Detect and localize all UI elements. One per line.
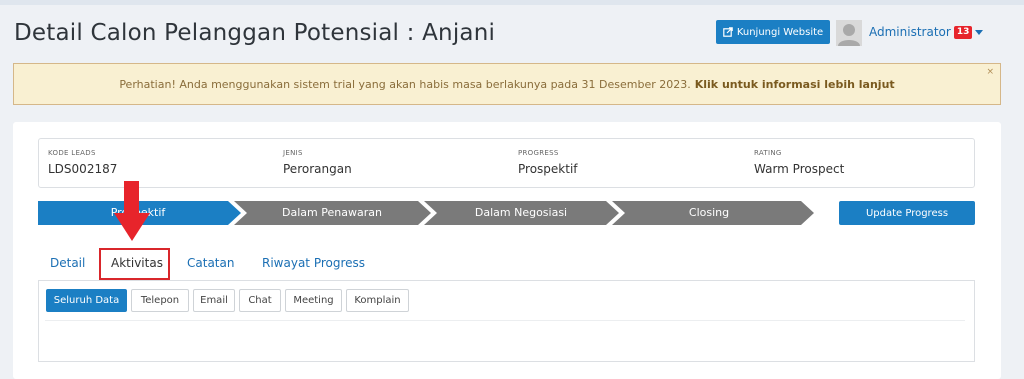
- user-menu[interactable]: Administrator 13: [869, 25, 984, 39]
- caret-down-icon: [975, 29, 984, 35]
- tab-aktivitas[interactable]: Aktivitas: [111, 256, 163, 270]
- jenis-value: Perorangan: [283, 162, 352, 176]
- filter-komplain[interactable]: Komplain: [346, 289, 409, 312]
- info-jenis: JENIS Perorangan: [283, 149, 352, 176]
- red-arrow-head-icon: [114, 213, 150, 241]
- info-rating: RATING Warm Prospect: [754, 149, 844, 176]
- external-link-icon: [723, 27, 733, 37]
- notification-badge: 13: [953, 25, 973, 39]
- page-title: Detail Calon Pelanggan Potensial : Anjan…: [14, 20, 496, 46]
- rating-label: RATING: [754, 149, 782, 157]
- user-name: Administrator: [869, 25, 951, 39]
- jenis-label: JENIS: [283, 149, 303, 157]
- tab-detail[interactable]: Detail: [50, 256, 85, 270]
- rating-value: Warm Prospect: [754, 162, 845, 176]
- step-closing[interactable]: Closing: [614, 201, 804, 225]
- filter-email[interactable]: Email: [193, 289, 235, 312]
- filter-chat[interactable]: Chat: [239, 289, 281, 312]
- kode-value: LDS002187: [48, 162, 118, 176]
- info-kode: KODE LEADS LDS002187: [48, 149, 117, 176]
- user-avatar-icon[interactable]: [836, 20, 862, 46]
- filter-seluruh-data[interactable]: Seluruh Data: [46, 289, 127, 312]
- close-icon[interactable]: ×: [986, 67, 994, 77]
- alert-message: Perhatian! Anda menggunakan sistem trial…: [119, 77, 691, 91]
- step-dalam-negosiasi[interactable]: Dalam Negosiasi: [426, 201, 616, 225]
- filter-telepon[interactable]: Telepon: [131, 289, 189, 312]
- progress-label: PROGRESS: [518, 149, 559, 157]
- tab-catatan[interactable]: Catatan: [187, 256, 234, 270]
- visit-website-label: Kunjungi Website: [736, 26, 824, 38]
- progress-value: Prospektif: [518, 162, 578, 176]
- step-dalam-penawaran[interactable]: Dalam Penawaran: [236, 201, 428, 225]
- progress-steps: Prospektif Dalam Penawaran Dalam Negosia…: [38, 201, 818, 225]
- alert-link[interactable]: Klik untuk informasi lebih lanjut: [695, 78, 895, 91]
- kode-label: KODE LEADS: [48, 149, 96, 157]
- info-progress: PROGRESS Prospektif: [518, 149, 578, 176]
- panel-divider: [45, 320, 965, 321]
- visit-website-button[interactable]: Kunjungi Website: [716, 20, 830, 44]
- update-progress-button[interactable]: Update Progress: [839, 201, 975, 225]
- tab-riwayat-progress[interactable]: Riwayat Progress: [262, 256, 365, 270]
- red-arrow-icon: [124, 181, 139, 215]
- trial-alert: Perhatian! Anda menggunakan sistem trial…: [13, 63, 1001, 105]
- top-bar: [0, 0, 1024, 5]
- lead-info-box: KODE LEADS LDS002187 JENIS Perorangan PR…: [38, 138, 975, 188]
- filter-meeting[interactable]: Meeting: [285, 289, 342, 312]
